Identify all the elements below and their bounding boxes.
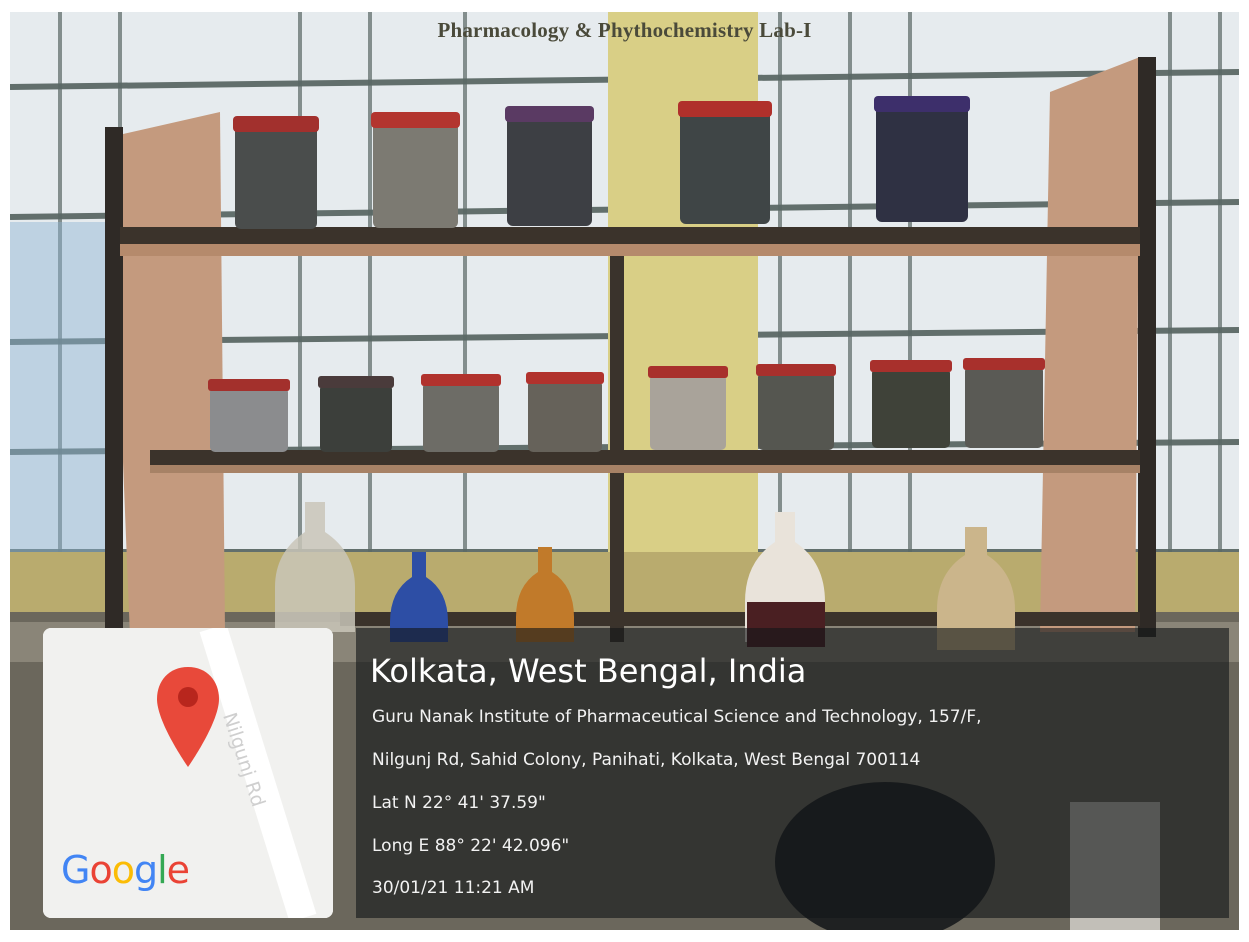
- google-logo-letter: G: [61, 848, 90, 892]
- google-logo-letter: g: [133, 848, 158, 892]
- timestamp: 30/01/21 11:21 AM: [372, 878, 535, 898]
- google-logo: Google: [61, 848, 190, 892]
- latitude: Lat N 22° 41' 37.59": [372, 793, 546, 813]
- map-pin-icon: [157, 667, 219, 767]
- google-logo-letter: l: [157, 848, 168, 892]
- longitude: Long E 88° 22' 42.096": [372, 836, 570, 856]
- photo-frame: Pharmacology & Phythochemistry Lab-I Kol…: [0, 0, 1249, 942]
- google-logo-letter: o: [111, 848, 135, 892]
- photo-caption: Pharmacology & Phythochemistry Lab-I: [437, 18, 812, 42]
- address-line-1: Guru Nanak Institute of Pharmaceutical S…: [372, 707, 982, 727]
- google-logo-letter: o: [89, 848, 112, 892]
- location-title: Kolkata, West Bengal, India: [370, 652, 807, 690]
- map-thumbnail: Nilgunj Rd Google: [43, 628, 333, 918]
- address-line-2: Nilgunj Rd, Sahid Colony, Panihati, Kolk…: [372, 750, 921, 770]
- google-logo-letter: e: [166, 848, 190, 892]
